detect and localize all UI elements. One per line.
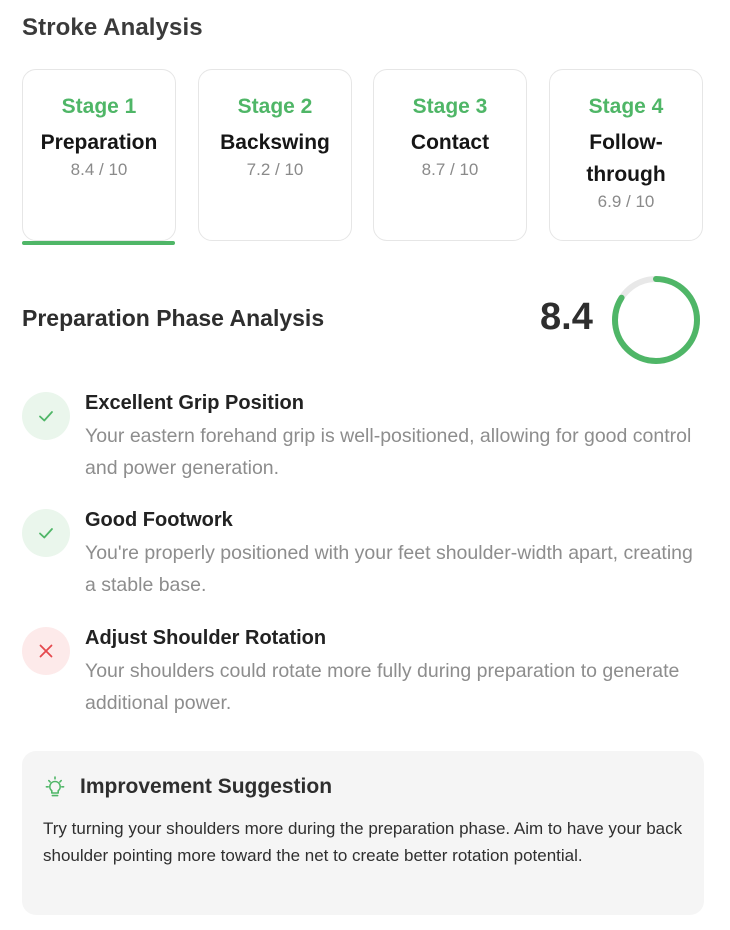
score-ring [612, 276, 700, 364]
stage-tabs: Stage 1 Preparation 8.4 / 10 Stage 2 Bac… [22, 69, 704, 249]
feedback-title: Good Footwork [85, 509, 233, 531]
feedback-text: Your shoulders could rotate more fully d… [85, 660, 680, 714]
stage-score: 8.7 / 10 [421, 160, 479, 179]
feedback-title: Adjust Shoulder Rotation [85, 627, 327, 649]
stage-number: Stage 2 [237, 95, 313, 118]
x-icon [22, 627, 70, 675]
stage-score: 6.9 / 10 [597, 192, 655, 211]
stage-score: 8.4 / 10 [70, 160, 128, 179]
phase-score: 8.4 [540, 296, 593, 338]
stage-card-3[interactable]: Stage 3 Contact 8.7 / 10 [373, 69, 527, 241]
improvement-suggestion-card: Improvement Suggestion Try turning your … [22, 751, 704, 915]
check-icon [22, 392, 70, 440]
stage-number: Stage 1 [61, 95, 137, 118]
stage-card-1[interactable]: Stage 1 Preparation 8.4 / 10 [22, 69, 176, 241]
check-icon [22, 509, 70, 557]
stage-name-line-1: Follow- [589, 131, 663, 154]
suggestion-text: Try turning your shoulders more during t… [43, 819, 683, 865]
stage-name-line-2: through [586, 163, 666, 186]
stage-card-2[interactable]: Stage 2 Backswing 7.2 / 10 [198, 69, 352, 241]
lightbulb-icon [45, 776, 65, 797]
stage-name: Preparation [40, 131, 158, 154]
active-stage-indicator [22, 241, 175, 245]
stage-number: Stage 4 [588, 95, 664, 118]
feedback-title: Excellent Grip Position [85, 392, 304, 414]
stage-score: 7.2 / 10 [246, 160, 304, 179]
stage-card-4[interactable]: Stage 4 Follow- through 6.9 / 10 [549, 69, 703, 241]
stage-name: Contact [410, 131, 490, 154]
stage-name: Backswing [220, 131, 330, 154]
page-title: Stroke Analysis [22, 14, 203, 41]
phase-title: Preparation Phase Analysis [22, 305, 325, 331]
suggestion-title: Improvement Suggestion [80, 775, 333, 798]
feedback-text: You're properly positioned with your fee… [85, 542, 693, 596]
feedback-text: Your eastern forehand grip is well-posit… [85, 425, 692, 479]
stage-number: Stage 3 [412, 95, 488, 118]
